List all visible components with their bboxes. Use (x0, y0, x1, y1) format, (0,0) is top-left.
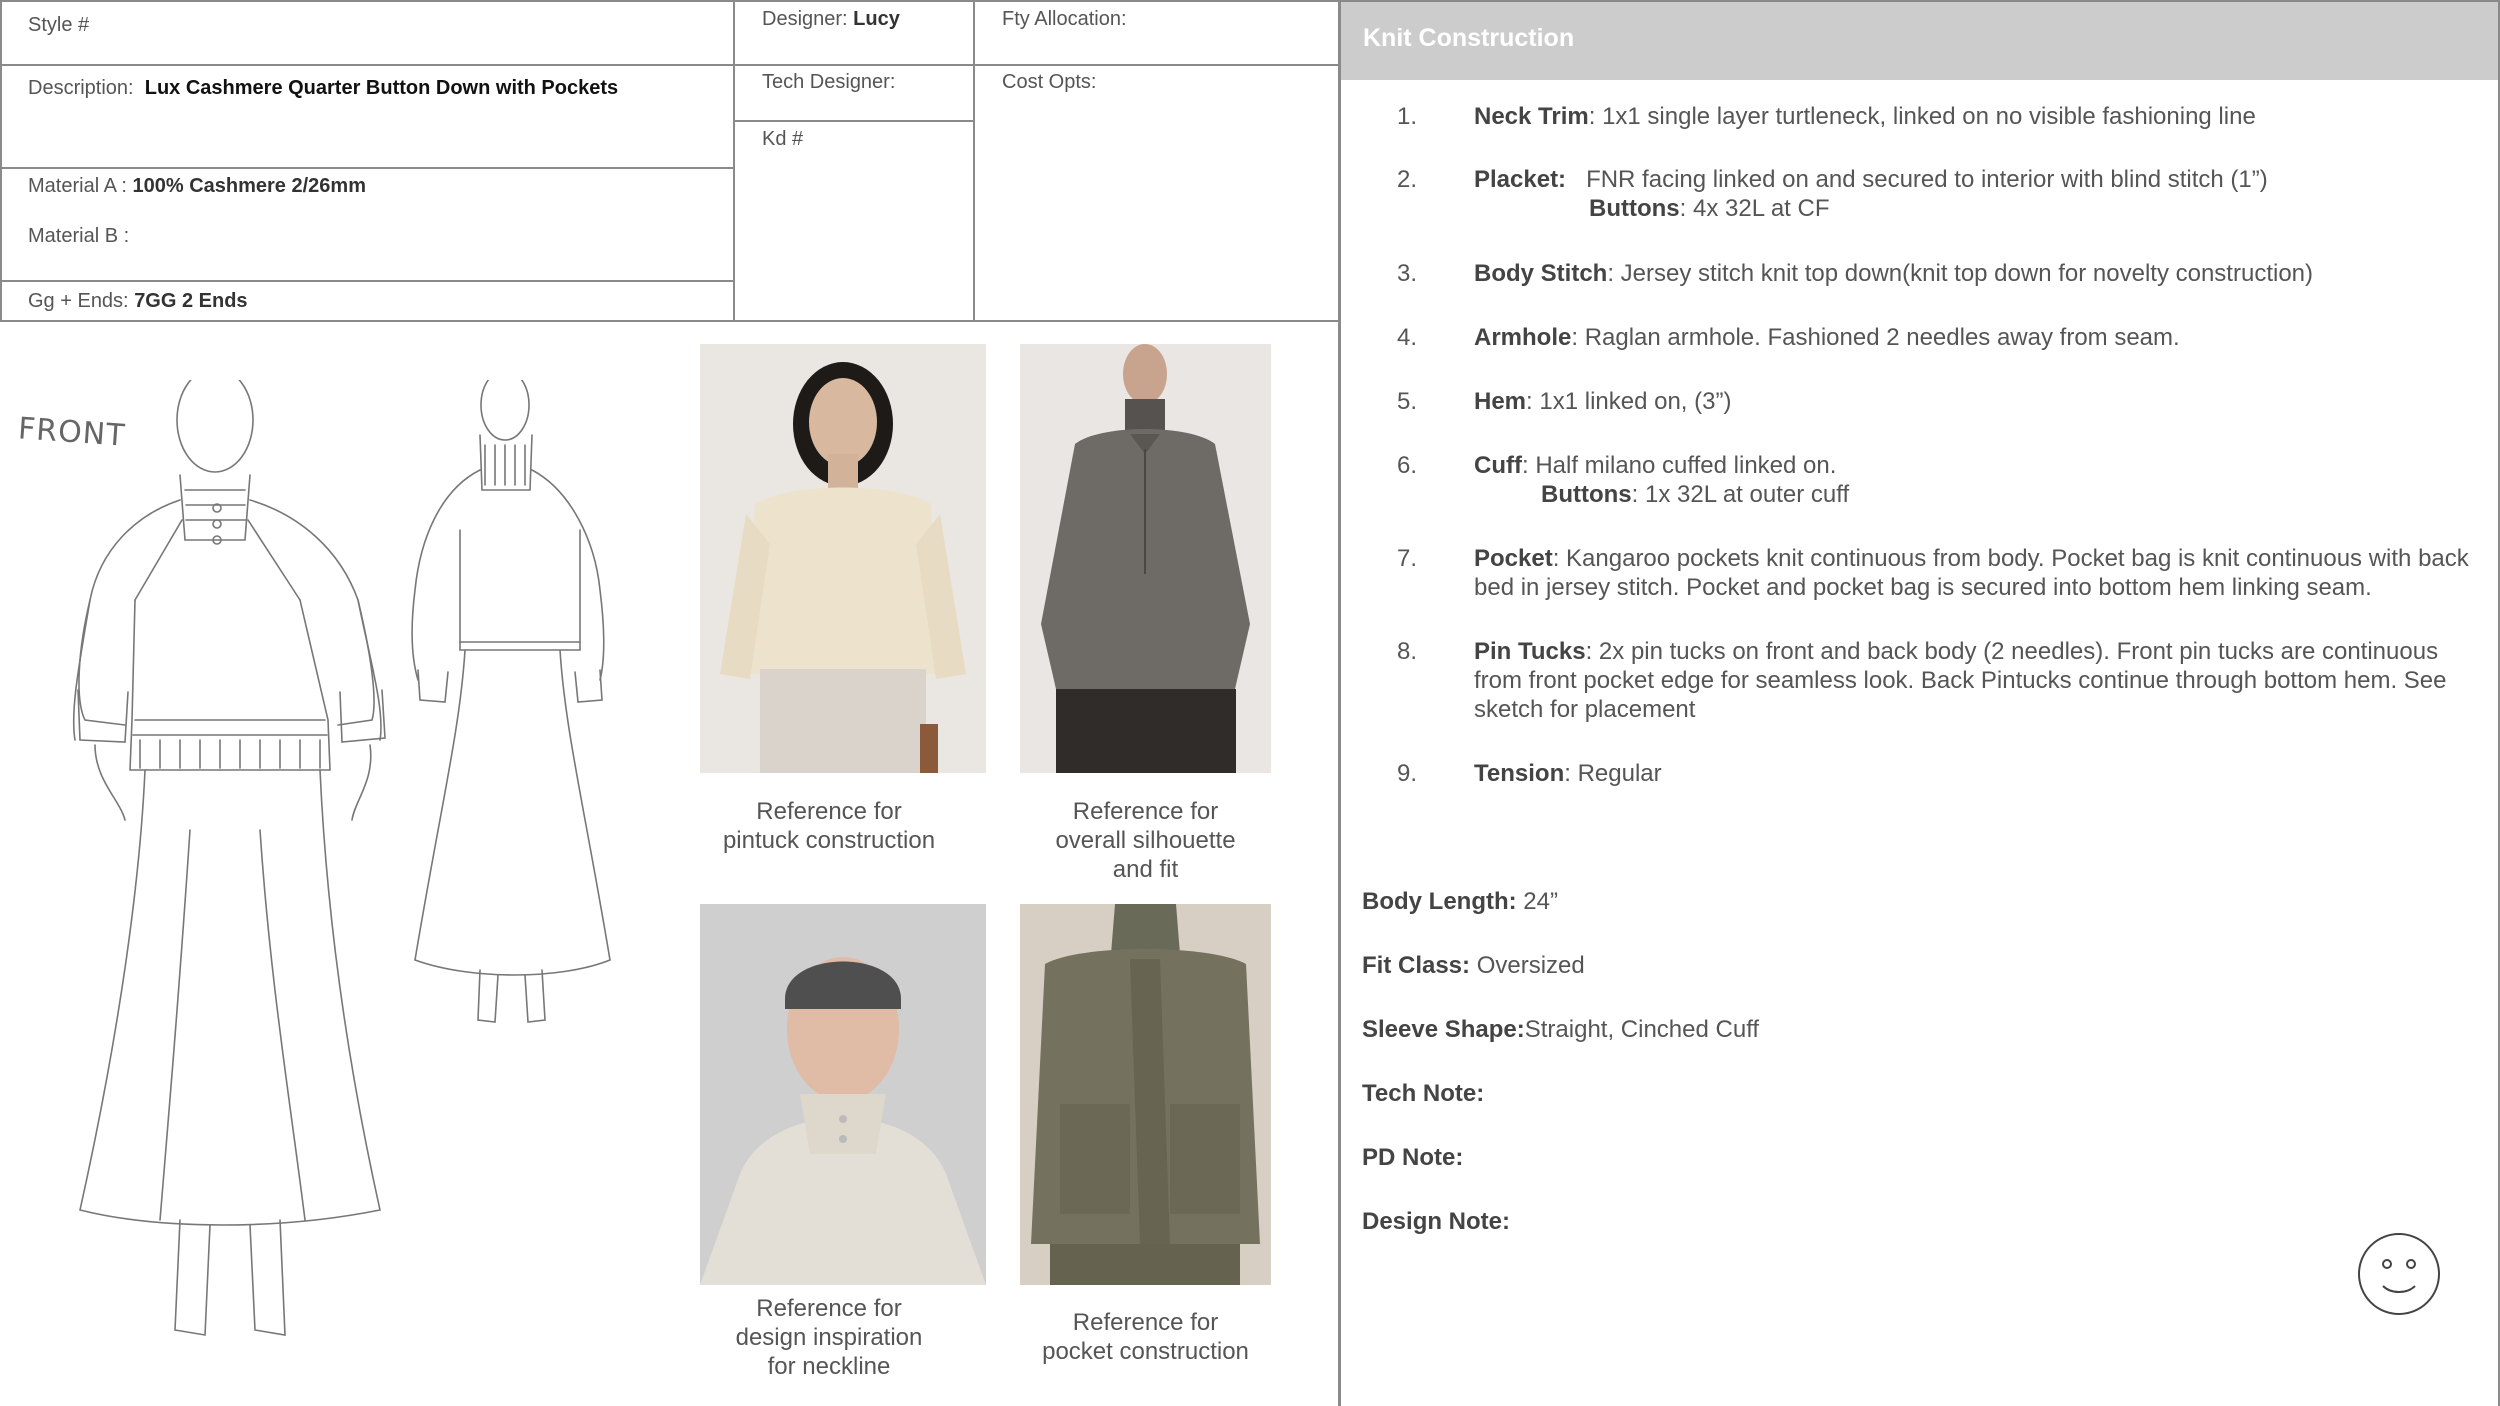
fit-class-field: Fit Class: Oversized (1362, 952, 1585, 980)
designer-label: Designer: (762, 8, 848, 30)
item-text: FNR facing linked on and secured to inte… (1566, 166, 2268, 193)
caption-line: Reference for (1072, 798, 1219, 825)
item-term: Armhole (1474, 324, 1572, 351)
item-number: 1. (1397, 103, 1418, 130)
design-note-text: Design Note: (1362, 1208, 1511, 1235)
table-divider-h4 (0, 280, 734, 282)
caption-line: pocket construction (1042, 1338, 1249, 1365)
knit-construction-title: Knit Construction (1363, 24, 1575, 52)
tech-note-text: Tech Note: (1362, 1080, 1485, 1107)
item-subtext: : 4x 32L at CF (1679, 195, 1830, 222)
style-number-label: Style # (28, 14, 90, 36)
table-border-bottom (0, 320, 1340, 322)
item-number: 6. (1397, 452, 1418, 479)
body-length-field: Body Length: 24” (1362, 888, 1558, 916)
caption-line: overall silhouette (1055, 827, 1236, 854)
reference-caption-pocket: Reference for pocket construction (1020, 1308, 1271, 1366)
cost-opts-label: Cost Opts: (1002, 71, 1097, 93)
reference-caption-neckline: Reference for design inspiration for nec… (700, 1294, 958, 1381)
pd-note-label: PD Note: (1362, 1144, 1463, 1172)
material-a-field: Material A : 100% Cashmere 2/26mm (28, 175, 366, 198)
item-subterm: Buttons (1589, 195, 1680, 222)
table-divider-v2 (973, 0, 975, 322)
sleeve-shape-label: Sleeve Shape: (1362, 1016, 1525, 1043)
item-number: 3. (1397, 260, 1418, 287)
description-value: Lux Cashmere Quarter Button Down with Po… (144, 77, 619, 99)
caption-line: for neckline (767, 1353, 891, 1380)
item-number: 4. (1397, 324, 1418, 351)
garment-sketch (72, 380, 611, 1336)
item-subtext: : 1x 32L at outer cuff (1631, 481, 1850, 508)
item-text: : 1x1 single layer turtleneck, linked on… (1588, 103, 2256, 130)
table-divider-v3 (1338, 0, 1341, 1406)
item-term: Neck Trim (1474, 103, 1589, 130)
caption-line: Reference for (756, 798, 902, 825)
knit-construction-header: Knit Construction (1341, 0, 2500, 80)
gg-ends-value: 7GG 2 Ends (134, 290, 248, 312)
sleeve-shape-field: Sleeve Shape:Straight, Cinched Cuff (1362, 1016, 1759, 1044)
description-field: Description: Lux Cashmere Quarter Button… (28, 77, 618, 100)
material-a-value: 100% Cashmere 2/26mm (132, 175, 366, 197)
table-border-top (0, 0, 1340, 2)
item-text: : 2x pin tucks on front and back body (2… (1474, 638, 2447, 723)
item-term: Tension (1474, 760, 1565, 787)
reference-image-pintuck (700, 344, 986, 773)
designer-value: Lucy (853, 8, 900, 30)
item-text: : Regular (1564, 760, 1662, 787)
gg-ends-field: Gg + Ends: 7GG 2 Ends (28, 290, 248, 313)
designer-field: Designer: Lucy (762, 8, 900, 31)
item-term: Hem (1474, 388, 1527, 415)
item-text: : Jersey stitch knit top down(knit top d… (1607, 260, 2313, 287)
sleeve-shape-value: Straight, Cinched Cuff (1524, 1016, 1760, 1043)
caption-line: design inspiration (735, 1324, 923, 1351)
kd-number-label: Kd # (762, 128, 804, 150)
material-b-label: Material B : (28, 225, 130, 247)
item-number: 9. (1397, 760, 1418, 787)
caption-line: and fit (1112, 856, 1179, 883)
item-term: Pin Tucks (1474, 638, 1586, 665)
table-divider-h3 (0, 167, 734, 169)
item-number: 7. (1397, 545, 1418, 572)
reference-image-neckline (700, 904, 986, 1285)
reference-caption-silhouette: Reference for overall silhouette and fit (1020, 797, 1271, 884)
tech-designer-label: Tech Designer: (762, 71, 896, 93)
item-text: : Raglan armhole. Fashioned 2 needles aw… (1571, 324, 2180, 351)
tech-note-label: Tech Note: (1362, 1080, 1484, 1108)
table-divider-h1 (0, 64, 1340, 66)
body-length-value: 24” (1516, 888, 1558, 915)
item-number: 8. (1397, 638, 1418, 665)
item-term: Body Stitch (1474, 260, 1608, 287)
fit-class-label: Fit Class: (1362, 952, 1471, 979)
design-note-label: Design Note: (1362, 1208, 1510, 1236)
item-number: 5. (1397, 388, 1418, 415)
description-label: Description: (28, 77, 134, 99)
item-term: Cuff (1474, 452, 1522, 479)
table-divider-v1 (733, 0, 735, 322)
item-term: Pocket (1474, 545, 1553, 572)
table-border-left (0, 0, 2, 322)
reference-caption-pintuck: Reference for pintuck construction (700, 797, 958, 855)
item-text: : Half milano cuffed linked on. (1521, 452, 1837, 479)
caption-line: pintuck construction (722, 827, 936, 854)
reference-image-pocket (1020, 904, 1271, 1285)
item-text: : 1x1 linked on, (3”) (1526, 388, 1732, 415)
item-term: Placket: (1474, 166, 1567, 193)
item-text: : Kangaroo pockets knit continuous from … (1474, 545, 2469, 601)
table-divider-h2 (733, 120, 974, 122)
fty-allocation-label: Fty Allocation: (1002, 8, 1127, 30)
caption-line: Reference for (756, 1295, 902, 1322)
reference-image-silhouette (1020, 344, 1271, 773)
gg-ends-label: Gg + Ends: (28, 290, 129, 312)
pd-note-text: PD Note: (1362, 1144, 1464, 1171)
smiley-icon (2358, 1233, 2440, 1315)
material-a-label: Material A : (28, 175, 127, 197)
fit-class-value: Oversized (1470, 952, 1585, 979)
body-length-label: Body Length: (1362, 888, 1517, 915)
item-number: 2. (1397, 166, 1418, 193)
caption-line: Reference for (1072, 1309, 1219, 1336)
item-subterm: Buttons (1541, 481, 1632, 508)
